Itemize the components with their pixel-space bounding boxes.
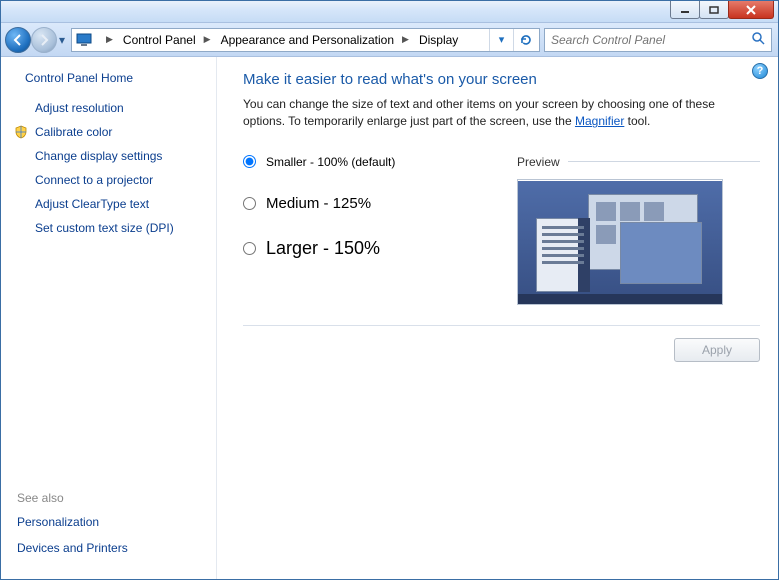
maximize-button[interactable]	[699, 1, 729, 19]
breadcrumb-label: Control Panel	[123, 33, 196, 47]
text-size-option[interactable]: Medium - 125%	[243, 195, 503, 212]
close-button[interactable]	[728, 1, 774, 19]
see-also-heading: See also	[17, 491, 204, 505]
magnifier-link[interactable]: Magnifier	[575, 114, 624, 128]
chevron-right-icon: ▶	[106, 34, 113, 45]
search-input[interactable]	[551, 33, 747, 47]
see-also-personalization[interactable]: Personalization	[17, 515, 204, 529]
divider	[243, 325, 760, 326]
breadcrumb-item[interactable]: Appearance and Personalization ▶	[217, 29, 415, 51]
navigation-bar: ▾ ▶ Control Panel ▶ Appearance and Perso…	[1, 23, 778, 57]
text-size-label: Larger - 150%	[266, 238, 380, 259]
sidebar-link[interactable]: Change display settings	[13, 149, 204, 163]
shield-icon	[13, 125, 29, 139]
text-size-label: Medium - 125%	[266, 195, 371, 212]
forward-button[interactable]	[31, 27, 57, 53]
sidebar-link-label[interactable]: Adjust resolution	[35, 101, 124, 115]
preview-image	[517, 179, 723, 305]
see-also-section: See also Personalization Devices and Pri…	[13, 491, 204, 567]
see-also-devices-printers[interactable]: Devices and Printers	[17, 541, 204, 555]
help-button[interactable]: ?	[752, 63, 768, 79]
search-box[interactable]	[544, 28, 772, 52]
window-controls	[671, 1, 774, 19]
refresh-button[interactable]	[513, 29, 537, 51]
text-size-option[interactable]: Smaller - 100% (default)	[243, 155, 503, 169]
chevron-right-icon: ▶	[402, 34, 409, 45]
recent-pages-dropdown[interactable]: ▾	[57, 30, 67, 50]
preview-label: Preview	[517, 155, 560, 169]
sidebar-link-label[interactable]: Set custom text size (DPI)	[35, 221, 174, 235]
breadcrumb-item[interactable]: Control Panel ▶	[119, 29, 217, 51]
page-heading: Make it easier to read what's on your sc…	[243, 71, 760, 88]
breadcrumb-label: Display	[419, 33, 458, 47]
page-description: You can change the size of text and othe…	[243, 96, 753, 131]
control-panel-home-link[interactable]: Control Panel Home	[25, 71, 204, 85]
back-button[interactable]	[5, 27, 31, 53]
text-size-option[interactable]: Larger - 150%	[243, 238, 503, 259]
address-bar[interactable]: ▶ Control Panel ▶ Appearance and Persona…	[71, 28, 540, 52]
sidebar-link[interactable]: Adjust ClearType text	[13, 197, 204, 211]
breadcrumb-label: Appearance and Personalization	[221, 33, 394, 47]
sidebar-link-label[interactable]: Change display settings	[35, 149, 162, 163]
search-icon[interactable]	[751, 31, 765, 48]
text-size-radio[interactable]	[243, 242, 256, 255]
sidebar-link[interactable]: Calibrate color	[13, 125, 204, 139]
window-titlebar	[1, 1, 778, 23]
address-dropdown-button[interactable]: ▾	[489, 29, 513, 51]
sidebar-link[interactable]: Connect to a projector	[13, 173, 204, 187]
text-size-radio[interactable]	[243, 155, 256, 168]
breadcrumb-item[interactable]: Display	[415, 29, 464, 51]
sidebar-link-label[interactable]: Connect to a projector	[35, 173, 153, 187]
sidebar-link-label[interactable]: Adjust ClearType text	[35, 197, 149, 211]
main-content: ? Make it easier to read what's on your …	[217, 57, 778, 579]
sidebar-link-label[interactable]: Calibrate color	[35, 125, 112, 139]
minimize-button[interactable]	[670, 1, 700, 19]
monitor-icon	[74, 33, 94, 47]
divider	[568, 161, 760, 162]
text-size-radio[interactable]	[243, 197, 256, 210]
sidebar-link[interactable]: Set custom text size (DPI)	[13, 221, 204, 235]
text-size-label: Smaller - 100% (default)	[266, 155, 395, 169]
breadcrumb-item[interactable]: ▶	[94, 29, 119, 51]
chevron-right-icon: ▶	[204, 34, 211, 45]
sidebar-link[interactable]: Adjust resolution	[13, 101, 204, 115]
apply-button[interactable]: Apply	[674, 338, 760, 362]
sidebar: Control Panel Home Adjust resolution Cali…	[1, 57, 217, 579]
